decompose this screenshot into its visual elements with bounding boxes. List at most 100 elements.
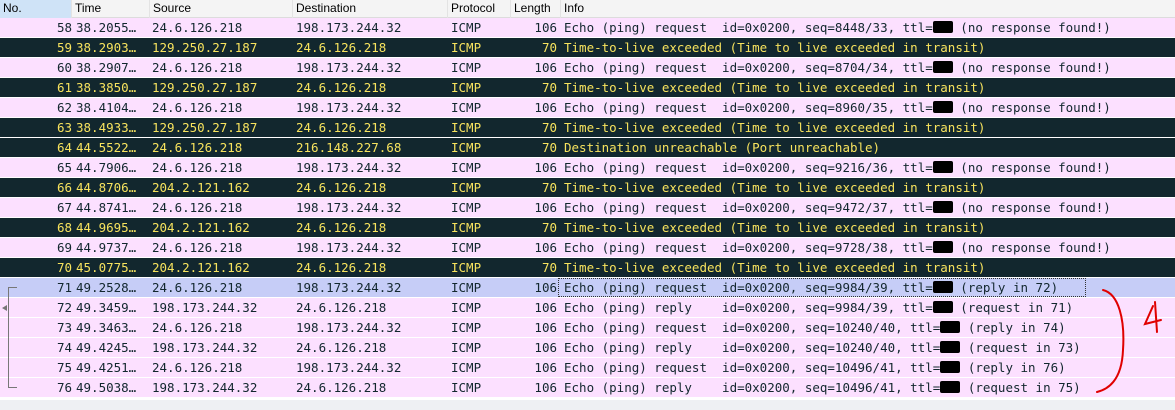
cell-destination: 24.6.126.218 <box>296 80 387 95</box>
cell-destination: 198.173.244.32 <box>296 60 402 75</box>
cell-no: 66 <box>56 180 72 195</box>
cell-source: 198.173.244.32 <box>152 380 258 395</box>
packet-row[interactable]: 68 44.9695… 204.2.121.162 24.6.126.218 ICMP 7… <box>0 218 1175 238</box>
column-header-no[interactable]: No. <box>0 0 72 18</box>
cell-no: 58 <box>56 20 72 35</box>
cell-no: 59 <box>56 40 72 55</box>
cell-destination: 198.173.244.32 <box>296 280 402 295</box>
packet-row[interactable]: 73 49.3463… 24.6.126.218 198.173.244.32 ICMP… <box>0 318 1175 338</box>
related-packet-indicator <box>0 118 22 138</box>
column-header-protocol[interactable]: Protocol <box>448 0 511 18</box>
cell-time: 38.4104… <box>76 100 137 115</box>
packet-row[interactable]: 63 38.4933… 129.250.27.187 24.6.126.218 ICMP… <box>0 118 1175 138</box>
column-header-source[interactable]: Source <box>150 0 293 18</box>
related-packet-indicator <box>0 238 22 258</box>
column-header-time[interactable]: Time <box>72 0 150 18</box>
cell-info: Echo (ping) request id=0x0200, seq=10240… <box>564 318 1172 337</box>
related-packet-indicator <box>0 278 22 298</box>
cell-source: 24.6.126.218 <box>152 160 243 175</box>
cell-length: 106 <box>534 320 557 335</box>
column-header-info[interactable]: Info <box>561 0 1175 18</box>
column-header-destination[interactable]: Destination <box>293 0 448 18</box>
cell-source: 129.250.27.187 <box>152 120 258 135</box>
cell-source: 24.6.126.218 <box>152 240 243 255</box>
cell-protocol: ICMP <box>451 300 482 315</box>
packet-row[interactable]: 59 38.2903… 129.250.27.187 24.6.126.218 ICMP… <box>0 38 1175 58</box>
cell-no: 62 <box>56 100 72 115</box>
cell-destination: 198.173.244.32 <box>296 100 402 115</box>
cell-info: Echo (ping) request id=0x0200, seq=9984/… <box>564 278 1172 297</box>
cell-time: 49.3459… <box>76 300 137 315</box>
redaction-mark <box>932 161 953 173</box>
packet-row[interactable]: 58 38.2055… 24.6.126.218 198.173.244.32 ICMP… <box>0 18 1175 38</box>
packet-row[interactable]: 67 44.8741… 24.6.126.218 198.173.244.32 ICMP… <box>0 198 1175 218</box>
redaction-mark <box>940 321 961 333</box>
cell-destination: 24.6.126.218 <box>296 40 387 55</box>
cell-time: 49.4251… <box>76 360 137 375</box>
packet-list[interactable]: No. Time Source Destination Protocol Len… <box>0 0 1175 400</box>
column-header-length[interactable]: Length <box>511 0 561 18</box>
cell-no: 74 <box>56 340 72 355</box>
cell-time: 38.2055… <box>76 20 137 35</box>
related-packet-indicator <box>0 138 22 158</box>
cell-info: Echo (ping) request id=0x0200, seq=9728/… <box>564 238 1172 257</box>
cell-time: 44.8706… <box>76 180 137 195</box>
cell-no: 60 <box>56 60 72 75</box>
cell-source: 24.6.126.218 <box>152 100 243 115</box>
cell-no: 75 <box>56 360 72 375</box>
packet-row[interactable]: 72 49.3459… 198.173.244.32 24.6.126.218 ICMP… <box>0 298 1175 318</box>
packet-row[interactable]: 76 49.5038… 198.173.244.32 24.6.126.218 ICMP… <box>0 378 1175 398</box>
cell-length: 70 <box>541 40 557 55</box>
related-packet-indicator <box>0 18 22 38</box>
cell-protocol: ICMP <box>451 60 482 75</box>
cell-destination: 24.6.126.218 <box>296 180 387 195</box>
info-text: Echo (ping) request id=0x0200, seq=8960/… <box>564 100 933 115</box>
packet-row[interactable]: 66 44.8706… 204.2.121.162 24.6.126.218 ICMP 7… <box>0 178 1175 198</box>
cell-source: 129.250.27.187 <box>152 80 258 95</box>
info-text: Time-to-live exceeded (Time to live exce… <box>564 120 986 135</box>
packet-row[interactable]: 74 49.4245… 198.173.244.32 24.6.126.218 ICMP… <box>0 338 1175 358</box>
cell-protocol: ICMP <box>451 160 482 175</box>
cell-info: Echo (ping) request id=0x0200, seq=10496… <box>564 358 1172 377</box>
cell-info: Echo (ping) request id=0x0200, seq=9472/… <box>564 198 1172 217</box>
redaction-mark <box>932 201 953 213</box>
packet-row[interactable]: 62 38.4104… 24.6.126.218 198.173.244.32 ICMP… <box>0 98 1175 118</box>
horizontal-scrollbar[interactable] <box>0 400 1175 410</box>
cell-protocol: ICMP <box>451 100 482 115</box>
cell-protocol: ICMP <box>451 140 482 155</box>
related-packet-indicator <box>0 98 22 118</box>
packet-row[interactable]: 71 49.2528… 24.6.126.218 198.173.244.32 ICMP… <box>0 278 1175 298</box>
info-text: Echo (ping) request id=0x0200, seq=9984/… <box>564 280 933 295</box>
cell-protocol: ICMP <box>451 240 482 255</box>
cell-protocol: ICMP <box>451 40 482 55</box>
packet-row[interactable]: 69 44.9737… 24.6.126.218 198.173.244.32 ICMP… <box>0 238 1175 258</box>
packet-row[interactable]: 61 38.3850… 129.250.27.187 24.6.126.218 ICMP… <box>0 78 1175 98</box>
info-text: Time-to-live exceeded (Time to live exce… <box>564 40 986 55</box>
cell-info: Time-to-live exceeded (Time to live exce… <box>564 118 1172 137</box>
cell-length: 106 <box>534 280 557 295</box>
info-text: Time-to-live exceeded (Time to live exce… <box>564 180 986 195</box>
related-packet-indicator <box>0 218 22 238</box>
cell-protocol: ICMP <box>451 320 482 335</box>
info-text: Echo (ping) request id=0x0200, seq=10496… <box>564 360 941 375</box>
cell-length: 106 <box>534 240 557 255</box>
packet-row[interactable]: 64 44.5522… 24.6.126.218 216.148.227.68 ICMP… <box>0 138 1175 158</box>
cell-time: 49.4245… <box>76 340 137 355</box>
cell-source: 204.2.121.162 <box>152 260 250 275</box>
packet-row[interactable]: 75 49.4251… 24.6.126.218 198.173.244.32 ICMP… <box>0 358 1175 378</box>
info-text: Echo (ping) request id=0x0200, seq=9472/… <box>564 200 933 215</box>
info-text: Time-to-live exceeded (Time to live exce… <box>564 260 986 275</box>
cell-info: Echo (ping) reply id=0x0200, seq=9984/39… <box>564 298 1172 317</box>
redaction-mark <box>932 61 953 73</box>
cell-no: 73 <box>56 320 72 335</box>
info-status: (no response found!) <box>952 200 1111 215</box>
packet-row[interactable]: 60 38.2907… 24.6.126.218 198.173.244.32 ICMP… <box>0 58 1175 78</box>
cell-source: 24.6.126.218 <box>152 200 243 215</box>
packet-row[interactable]: 65 44.7906… 24.6.126.218 198.173.244.32 ICMP… <box>0 158 1175 178</box>
packet-row[interactable]: 70 45.0775… 204.2.121.162 24.6.126.218 ICMP 7… <box>0 258 1175 278</box>
cell-length: 70 <box>541 120 557 135</box>
cell-time: 44.9695… <box>76 220 137 235</box>
cell-info: Time-to-live exceeded (Time to live exce… <box>564 38 1172 57</box>
redaction-mark <box>932 301 953 313</box>
cell-time: 44.7906… <box>76 160 137 175</box>
